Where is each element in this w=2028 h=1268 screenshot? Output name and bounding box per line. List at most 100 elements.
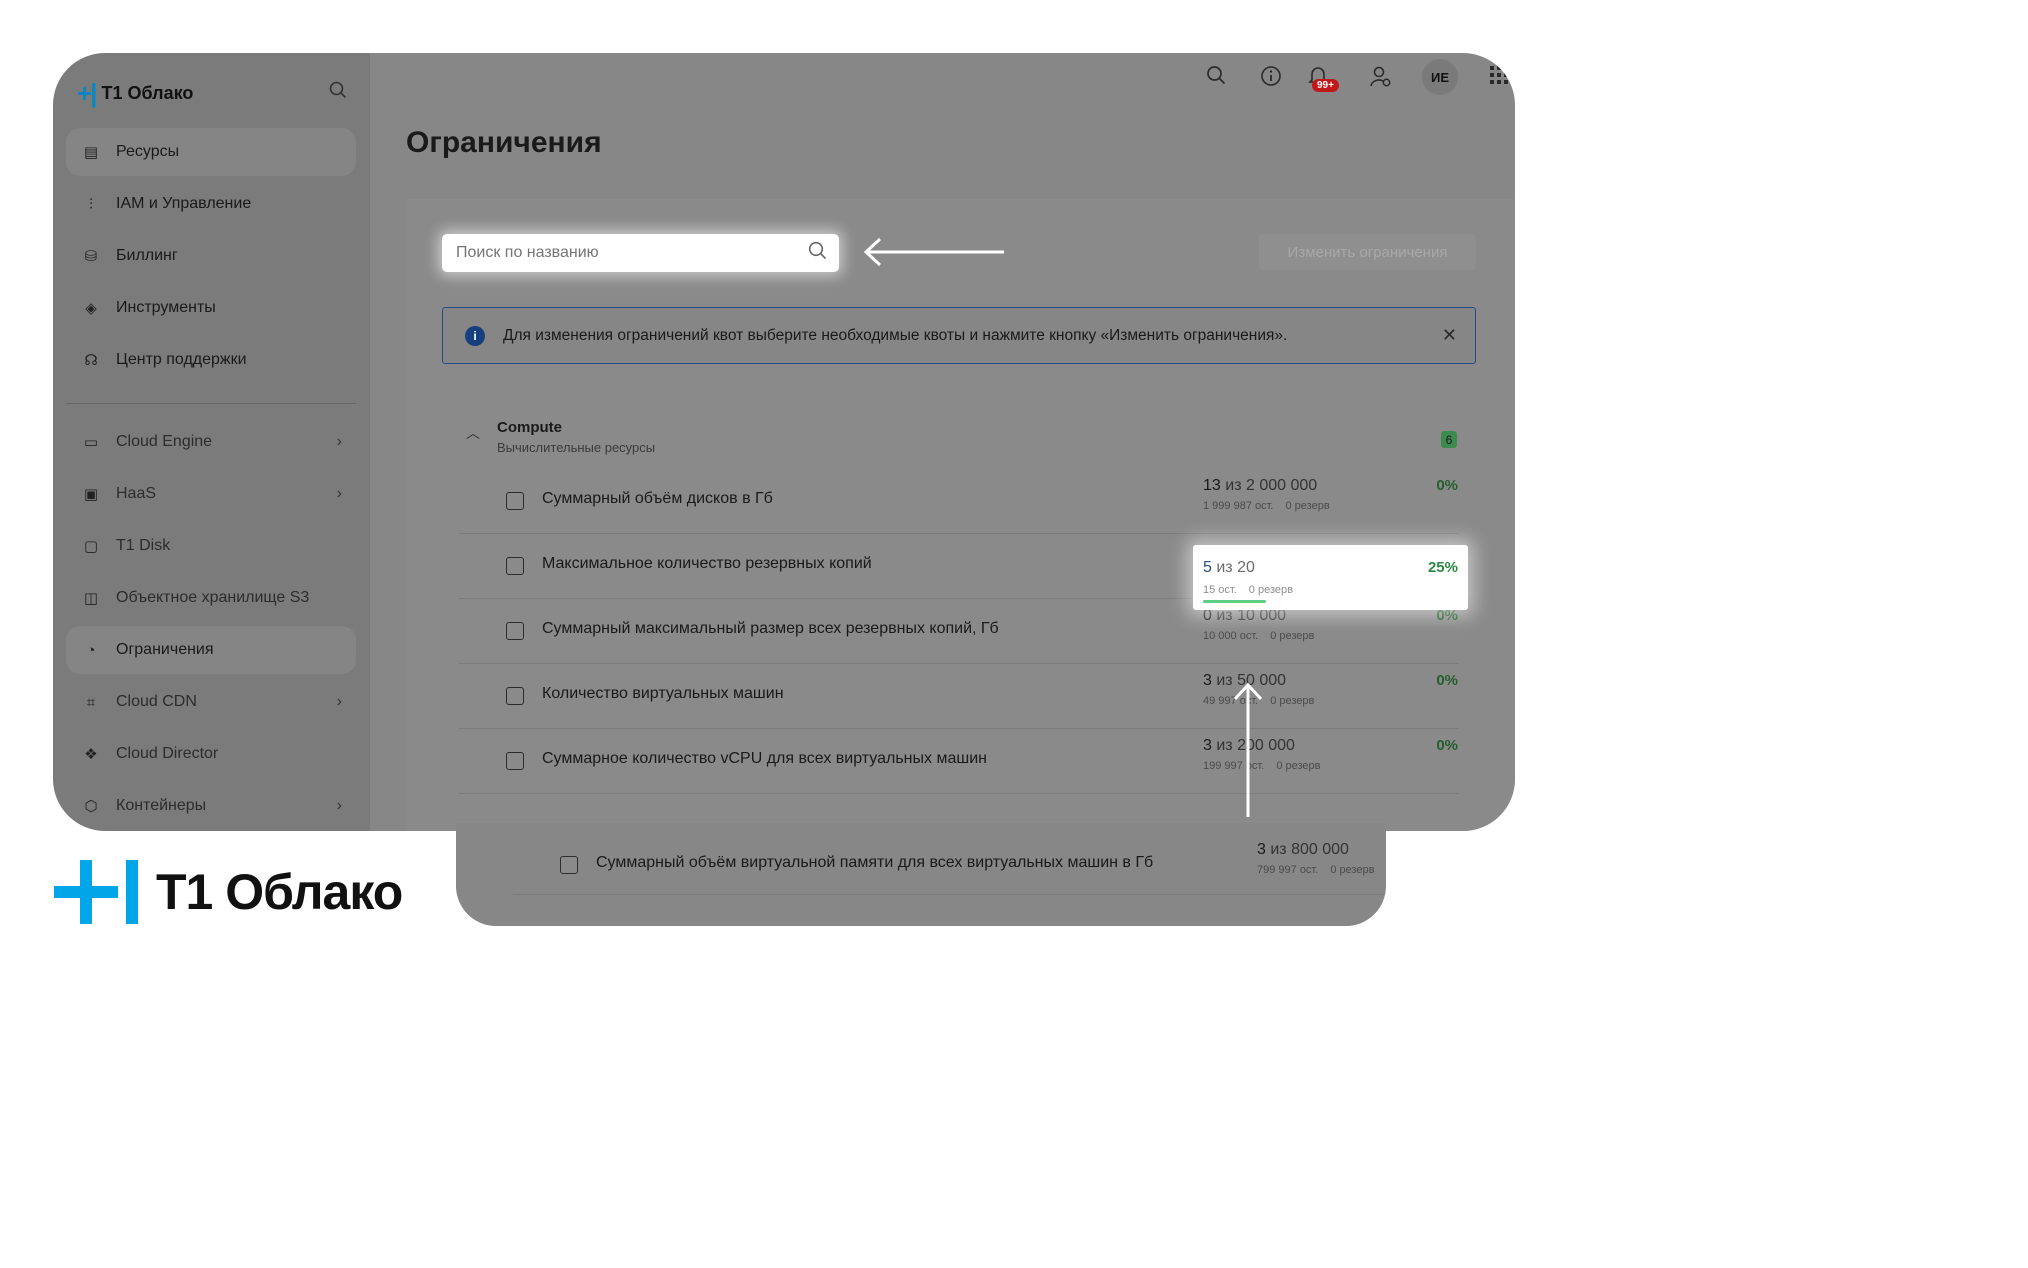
search-input[interactable] [456, 244, 796, 262]
main-content: 99+ ИЕ Ограничения Изменить ограничения … [370, 53, 1515, 831]
quota-reserve: 0 резерв [1276, 760, 1321, 772]
quota-reserve: 0 резерв [1270, 695, 1315, 707]
sliders-icon: ⫶ [89, 195, 93, 213]
info-banner: i Для изменения ограничений квот выберит… [442, 307, 1476, 364]
sidebar-item-cloud-director[interactable]: ❖ Cloud Director [66, 730, 356, 778]
sidebar-item-support[interactable]: ☊ Центр поддержки [66, 336, 356, 384]
quota-reserve: 0 резерв [1248, 584, 1293, 596]
brand-bar-mark [126, 860, 138, 924]
chevron-right-icon: › [336, 693, 342, 710]
quota-reserve: 0 резерв [1330, 864, 1375, 876]
sidebar: +| T1 Облако ▤ Ресурсы ⫶ IAM и Управлени… [53, 53, 370, 831]
chevron-right-icon: › [336, 433, 342, 450]
cube-icon: ⬡ [84, 798, 98, 815]
limits-panel: Изменить ограничения i Для изменения огр… [406, 199, 1515, 831]
chevron-right-icon: › [336, 797, 342, 814]
quota-total: из 2 000 000 [1225, 477, 1318, 494]
app-logo[interactable]: +| T1 Облако [77, 78, 193, 109]
row-checkbox[interactable] [506, 492, 524, 510]
quota-remaining: 10 000 ост. [1203, 630, 1259, 642]
table-row: Суммарный объём дисков в Гб 13 из 2 000 … [459, 469, 1459, 534]
logo-mark: +| [77, 78, 98, 108]
layers-icon: ◈ [85, 300, 97, 317]
row-checkbox[interactable] [506, 752, 524, 770]
quota-percent: 0% [1436, 672, 1458, 689]
headset-icon: ☊ [84, 352, 98, 369]
sidebar-item-s3[interactable]: ◫ Объектное хранилище S3 [66, 574, 356, 622]
row-checkbox[interactable] [506, 557, 524, 575]
user-settings-icon[interactable] [1370, 65, 1392, 95]
background-corner [1386, 831, 1515, 926]
table-row: Количество виртуальных машин 3 из 50 000… [459, 664, 1459, 729]
sidebar-item-label: Cloud Director [116, 745, 219, 762]
search-icon[interactable] [808, 241, 827, 265]
table-row: Суммарное количество vCPU для всех вирту… [459, 729, 1459, 794]
quota-name: Суммарный объём виртуальной памяти для в… [596, 854, 1154, 871]
quota-used: 3 [1203, 737, 1212, 754]
sidebar-search-icon[interactable] [329, 81, 347, 104]
sidebar-item-label: Ресурсы [116, 143, 180, 160]
avatar[interactable]: ИЕ [1422, 59, 1458, 95]
sidebar-item-tools[interactable]: ◈ Инструменты [66, 284, 356, 332]
disk-icon: ▢ [83, 538, 99, 555]
quota-remaining: 799 997 ост. [1257, 864, 1319, 876]
sidebar-item-label: HaaS [116, 485, 157, 502]
brand-logo: T1 Облако [54, 860, 403, 924]
row-checkbox[interactable] [506, 687, 524, 705]
sidebar-divider [66, 403, 356, 404]
info-icon[interactable] [1260, 65, 1282, 93]
sidebar-item-resources[interactable]: ▤ Ресурсы [66, 128, 356, 176]
search-icon[interactable] [1206, 65, 1226, 91]
sidebar-item-label: IAM и Управление [116, 195, 252, 212]
quota-percent: 0% [1436, 737, 1458, 754]
search-field[interactable] [442, 234, 839, 272]
cdn-icon: ⌗ [86, 693, 96, 711]
sidebar-item-t1-disk[interactable]: ▢ T1 Disk [66, 522, 356, 570]
storage-icon: ◫ [83, 590, 99, 607]
logo-text: T1 Облако [101, 83, 194, 103]
sidebar-item-label: Центр поддержки [116, 351, 247, 368]
sidebar-item-label: Ограничения [116, 641, 214, 658]
info-banner-text: Для изменения ограничений квот выберите … [503, 326, 1288, 344]
database-icon: ▤ [83, 144, 99, 161]
chevron-right-icon: › [336, 485, 342, 502]
sidebar-item-label: Биллинг [116, 247, 178, 264]
quota-usage: 13 из 2 000 000 1 999 987 ост. 0 резерв 0… [1203, 477, 1458, 512]
quota-used: 5 [1203, 559, 1212, 576]
quota-remaining: 1 999 987 ост. [1203, 500, 1274, 512]
sidebar-item-label: Объектное хранилище S3 [116, 589, 310, 606]
sidebar-item-label: Контейнеры [116, 797, 207, 814]
quota-name: Суммарный объём дисков в Гб [542, 490, 773, 507]
group-subtitle: Вычислительные ресурсы [497, 440, 656, 455]
quota-used: 3 [1257, 841, 1266, 858]
sidebar-item-haas[interactable]: ▣ HaaS › [66, 470, 356, 518]
server-icon: ▣ [83, 486, 99, 503]
sidebar-item-limits[interactable]: ◔ Ограничения [66, 626, 356, 674]
change-limits-button[interactable]: Изменить ограничения [1259, 234, 1476, 270]
page-title: Ограничения [406, 126, 602, 159]
app-window: +| T1 Облако ▤ Ресурсы ⫶ IAM и Управлени… [53, 53, 1515, 926]
highlighted-quota-usage: 5 из 20 15 ост. 0 резерв 25% [1193, 545, 1468, 610]
sidebar-item-cloud-cdn[interactable]: ⌗ Cloud CDN › [66, 678, 356, 726]
quota-reserve: 0 резерв [1270, 630, 1315, 642]
apps-grid-icon[interactable] [1489, 65, 1509, 91]
close-icon[interactable]: ✕ [1442, 325, 1457, 346]
sidebar-item-cloud-engine[interactable]: ▭ Cloud Engine › [66, 418, 356, 466]
quota-name: Максимальное количество резервных копий [542, 555, 872, 572]
notifications-badge: 99+ [1312, 79, 1339, 92]
sidebar-item-billing[interactable]: ⛁ Биллинг [66, 232, 356, 280]
quota-name: Суммарный максимальный размер всех резер… [542, 620, 999, 637]
group-title: Compute [497, 419, 562, 436]
group-count-badge: 6 [1441, 431, 1457, 448]
info-circle-icon: i [465, 325, 485, 346]
row-checkbox[interactable] [560, 856, 578, 874]
quota-used: 3 [1203, 672, 1212, 689]
brand-wordmark: T1 Облако [156, 864, 403, 920]
quota-percent: 0% [1436, 477, 1458, 494]
row-checkbox[interactable] [506, 622, 524, 640]
cluster-icon: ❖ [84, 746, 98, 763]
quota-reserve: 0 резерв [1285, 500, 1330, 512]
sidebar-item-containers[interactable]: ⬡ Контейнеры › [66, 782, 356, 830]
chevron-up-icon[interactable]: ︿ [466, 423, 480, 443]
sidebar-item-iam[interactable]: ⫶ IAM и Управление [66, 180, 356, 228]
